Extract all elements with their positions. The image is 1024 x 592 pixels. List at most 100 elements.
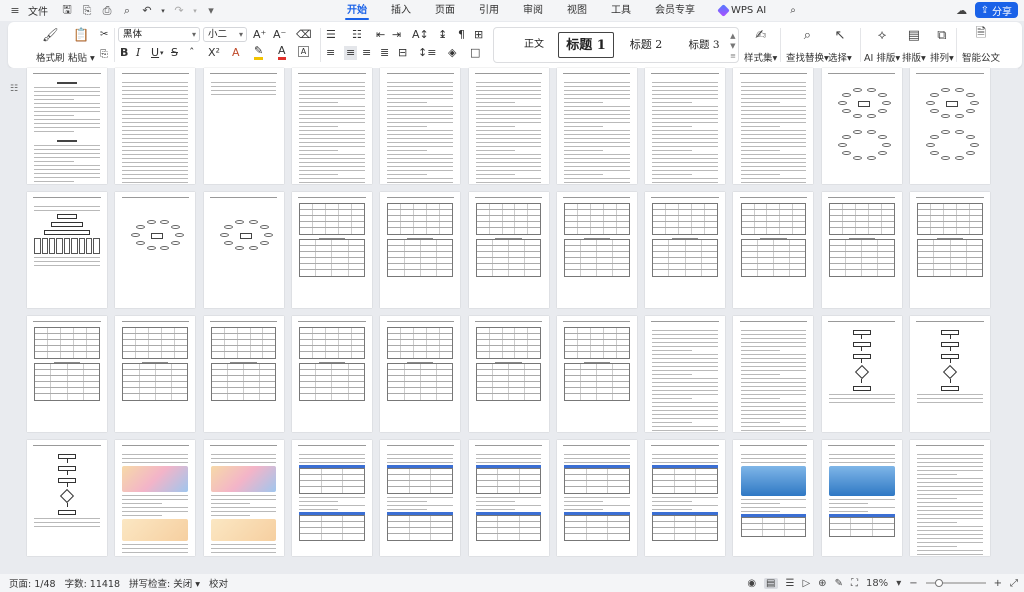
save-icon[interactable]: 🖫 [60, 3, 74, 18]
page-thumbnail[interactable] [556, 192, 637, 308]
bold-icon[interactable]: B [120, 46, 128, 60]
zoom-slider[interactable] [925, 579, 986, 587]
underline-icon[interactable]: U [151, 46, 159, 60]
page-thumbnail[interactable] [468, 316, 549, 432]
italic-icon[interactable]: I [136, 46, 140, 60]
decrease-indent-icon[interactable]: ⇤ [376, 28, 385, 42]
page-thumbnail[interactable] [910, 316, 990, 432]
paste-button[interactable]: 📋 粘贴 ▾ [68, 26, 95, 65]
spell-check-status[interactable]: 拼写检查: 关闭 ▾ [129, 576, 200, 590]
page-thumbnail[interactable] [291, 68, 372, 184]
sort-icon[interactable]: ↨ [438, 28, 447, 42]
undo-icon[interactable]: ↶ [140, 4, 154, 18]
ai-layout-button[interactable]: ⟡ AI 排版▾ [864, 26, 900, 65]
page-thumbnail[interactable] [203, 68, 284, 184]
font-family-select[interactable]: 黑体 ▾ [118, 27, 200, 42]
page-thumbnail[interactable] [380, 440, 461, 556]
zoom-in-icon[interactable]: + [994, 578, 1002, 589]
style-set-button[interactable]: ✍ 样式集▾ [744, 26, 777, 65]
page-thumbnail[interactable] [291, 316, 372, 432]
select-button[interactable]: ↖ 选择▾ [828, 26, 852, 65]
copy-icon[interactable]: ⎘ [100, 48, 108, 62]
show-marks-icon[interactable]: ¶ [458, 28, 465, 42]
page-thumbnail[interactable] [291, 192, 372, 308]
style-heading-3[interactable]: 标题 3 [676, 32, 732, 58]
page-thumbnail[interactable] [380, 192, 461, 308]
page-navigation-icon[interactable]: ☷ [10, 84, 18, 94]
find-replace-button[interactable]: ⌕ 查找替换▾ [786, 26, 829, 65]
arrange-button[interactable]: ⧉ 排列▾ [930, 26, 954, 65]
page-view-icon[interactable]: ▤ [764, 577, 778, 589]
fit-page-icon[interactable]: ⛶ [851, 578, 858, 589]
cloud-sync-icon[interactable]: ☁ [955, 3, 969, 17]
strikethrough-icon[interactable]: S [171, 46, 178, 60]
clear-format-icon[interactable]: ⌫ [296, 28, 312, 42]
tab-home[interactable]: 开始 [335, 0, 379, 21]
layout-button[interactable]: ▤ 排版▾ [902, 26, 926, 65]
format-painter-button[interactable]: 🖌 格式刷 [36, 26, 65, 65]
outline-view-icon[interactable]: ☰ [786, 578, 795, 589]
page-thumbnail[interactable] [733, 68, 814, 184]
page-thumbnail[interactable] [115, 192, 196, 308]
distribute-icon[interactable]: ⊟ [398, 46, 407, 60]
tab-page[interactable]: 页面 [423, 0, 467, 21]
page-thumbnail[interactable] [910, 440, 990, 556]
numbering-icon[interactable]: ☷ [352, 28, 362, 42]
align-center-icon[interactable]: ≡ [344, 46, 358, 60]
shading-icon[interactable]: ◈ [448, 46, 456, 60]
page-thumbnail[interactable] [733, 192, 814, 308]
shrink-font-icon[interactable]: A⁻ [273, 28, 286, 42]
page-thumbnail[interactable] [291, 440, 372, 556]
page-thumbnail[interactable] [556, 316, 637, 432]
page-thumbnail[interactable] [910, 192, 990, 308]
tab-insert[interactable]: 插入 [379, 0, 423, 21]
search-button[interactable]: ⌕ [778, 0, 808, 21]
accent-mark-icon[interactable]: ˆ [189, 46, 195, 60]
word-count[interactable]: 字数: 11418 [65, 576, 120, 590]
font-size-select[interactable]: 小二 ▾ [203, 27, 247, 42]
style-normal[interactable]: 正文 [508, 32, 560, 58]
page-thumbnail[interactable] [468, 440, 549, 556]
page-count[interactable]: 页面: 1/48 [9, 576, 56, 590]
page-thumbnail[interactable] [556, 68, 637, 184]
zoom-slider-handle[interactable] [934, 579, 943, 587]
char-border-icon[interactable]: A [298, 46, 309, 57]
page-thumbnail[interactable] [556, 440, 637, 556]
page-thumbnail[interactable] [645, 192, 726, 308]
page-thumbnail[interactable] [821, 192, 902, 308]
export-icon[interactable]: ⎘ [80, 4, 94, 18]
text-effect-icon[interactable]: A [232, 46, 240, 60]
web-view-icon[interactable]: ⊕ [818, 578, 826, 589]
text-direction-icon[interactable]: A↕ [412, 28, 429, 42]
zoom-dropdown-icon[interactable]: ▾ [896, 578, 901, 589]
align-left-icon[interactable]: ≡ [326, 46, 335, 60]
share-button[interactable]: ⇪ 分享 [974, 2, 1018, 18]
page-thumbnail[interactable] [821, 440, 902, 556]
undo-dropdown-icon[interactable]: ▾ [160, 4, 166, 18]
page-thumbnail[interactable] [910, 68, 990, 184]
tab-wps-ai[interactable]: WPS AI [707, 0, 778, 21]
fullscreen-icon[interactable]: ⤢ [1010, 578, 1018, 589]
file-menu[interactable]: 文件 [28, 3, 48, 18]
style-heading-2[interactable]: 标题 2 [618, 32, 674, 58]
cut-icon[interactable]: ✂ [100, 28, 108, 42]
page-thumbnail[interactable] [27, 68, 107, 184]
tab-view[interactable]: 视图 [555, 0, 599, 21]
tab-references[interactable]: 引用 [467, 0, 511, 21]
highlight-icon[interactable]: ✎ [254, 45, 264, 60]
page-thumbnail[interactable] [203, 440, 284, 556]
page-thumbnail[interactable] [27, 192, 107, 308]
page-thumbnail[interactable] [115, 440, 196, 556]
font-color-icon[interactable]: A [278, 45, 286, 60]
page-thumbnail[interactable] [115, 68, 196, 184]
page-thumbnail[interactable] [115, 316, 196, 432]
print-icon[interactable]: ⎙ [100, 4, 114, 18]
grow-font-icon[interactable]: A⁺ [253, 28, 266, 42]
line-spacing-icon[interactable]: ↕≡ [418, 46, 436, 60]
zoom-value[interactable]: 18% [866, 578, 888, 589]
play-icon[interactable]: ▷ [802, 578, 810, 589]
bullets-icon[interactable]: ☰ [326, 28, 336, 42]
page-thumbnail[interactable] [733, 316, 814, 432]
print-preview-icon[interactable]: ⌕ [120, 4, 134, 18]
page-thumbnail[interactable] [821, 68, 902, 184]
